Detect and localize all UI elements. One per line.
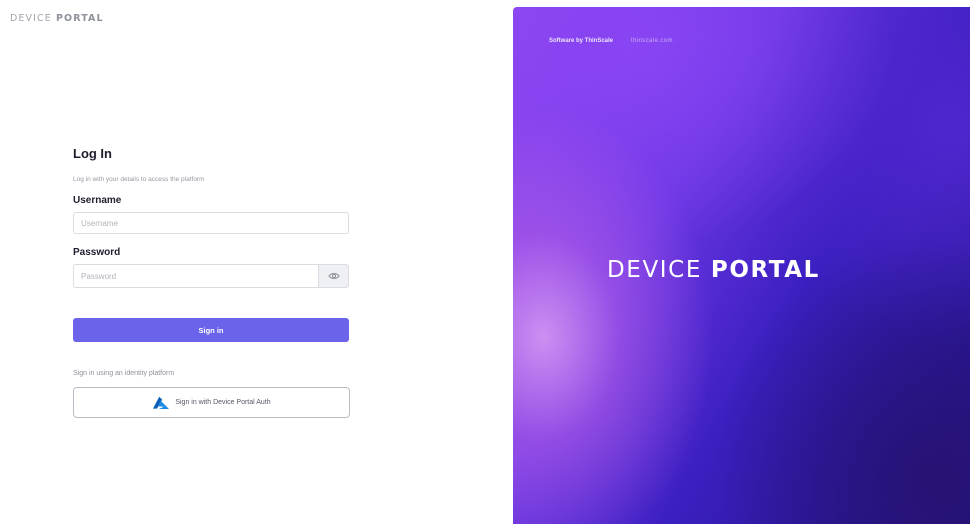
- username-input[interactable]: [73, 212, 349, 234]
- password-field-group: [73, 264, 349, 288]
- azure-logo-icon: [153, 396, 170, 409]
- hero-brand-light: DEVICE: [607, 257, 702, 283]
- password-label: Password: [73, 247, 121, 258]
- hero-top-bar: Software by ThinScale thinscale.com: [549, 38, 673, 44]
- header-brand-light: DEVICE: [10, 13, 52, 24]
- page-title: Log In: [73, 146, 112, 161]
- header-brand-logo: DEVICE PORTAL: [10, 13, 104, 24]
- identity-signin-button[interactable]: Sign in with Device Portal Auth: [73, 387, 350, 418]
- username-label: Username: [73, 195, 122, 206]
- login-page: DEVICE PORTAL Log In Log in with your de…: [0, 0, 970, 524]
- identity-signin-label: Sign in with Device Portal Auth: [175, 399, 271, 406]
- software-by-text: Software by ThinScale: [549, 38, 614, 44]
- hero-panel: Software by ThinScale thinscale.com DEVI…: [513, 7, 970, 524]
- header-brand-bold: PORTAL: [55, 13, 104, 24]
- sign-in-button[interactable]: Sign in: [73, 318, 349, 342]
- website-link[interactable]: thinscale.com: [631, 38, 673, 44]
- login-subtitle: Log in with your details to access the p…: [73, 176, 205, 183]
- login-form: Log In Log in with your details to acces…: [73, 146, 351, 418]
- eye-icon: [327, 273, 340, 279]
- password-input[interactable]: [73, 264, 319, 288]
- hero-brand-bold: PORTAL: [710, 257, 820, 283]
- identity-platform-label: Sign in using an identity platform: [73, 370, 175, 377]
- hero-brand-logo: DEVICE PORTAL: [607, 257, 820, 283]
- password-visibility-toggle[interactable]: [319, 264, 349, 288]
